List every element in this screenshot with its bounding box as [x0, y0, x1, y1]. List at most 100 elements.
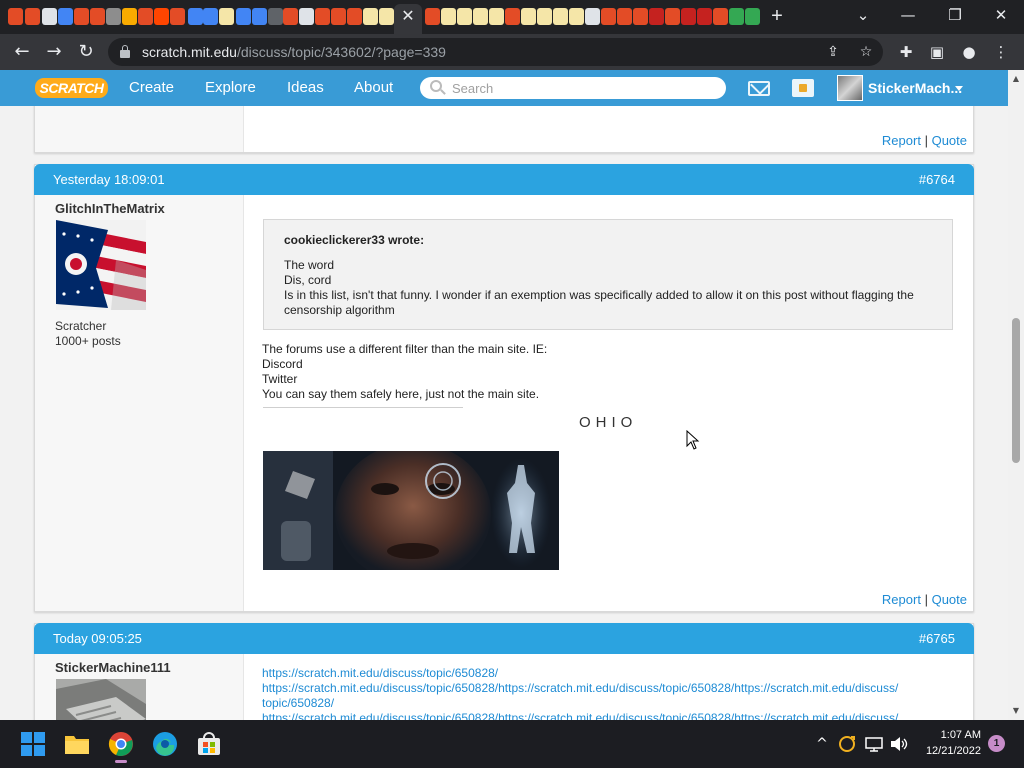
- avatar[interactable]: [56, 220, 146, 310]
- minimize-icon[interactable]: —: [888, 2, 928, 28]
- tab-favicon[interactable]: [681, 8, 696, 25]
- tab-favicon[interactable]: [106, 8, 121, 25]
- back-icon[interactable]: ←: [9, 40, 35, 64]
- tab-favicon[interactable]: [42, 8, 57, 25]
- scroll-thumb[interactable]: [1012, 318, 1020, 463]
- new-tab-button[interactable]: +: [767, 5, 787, 27]
- side-panel-icon[interactable]: ▣: [926, 41, 948, 63]
- tab-favicon[interactable]: [268, 8, 283, 25]
- scratch-logo[interactable]: SCRATCH: [35, 78, 108, 98]
- tab-favicon[interactable]: [122, 8, 137, 25]
- search-input[interactable]: [452, 79, 712, 97]
- chrome-icon[interactable]: [108, 731, 134, 763]
- tab-favicon[interactable]: [252, 8, 267, 25]
- quote-link[interactable]: Quote: [932, 133, 967, 148]
- tab-favicon[interactable]: [473, 8, 488, 25]
- reload-icon[interactable]: ↻: [73, 40, 99, 64]
- tab-favicon[interactable]: [170, 8, 185, 25]
- post-author-link[interactable]: GlitchInTheMatrix: [55, 201, 165, 216]
- tab-favicon[interactable]: [8, 8, 23, 25]
- bookmark-star-icon[interactable]: ☆: [857, 43, 875, 61]
- file-explorer-icon[interactable]: [64, 731, 90, 757]
- tab-favicon[interactable]: [315, 8, 330, 25]
- forward-icon[interactable]: →: [41, 40, 67, 64]
- nav-create[interactable]: Create: [129, 70, 174, 106]
- tab-favicon[interactable]: [633, 8, 648, 25]
- my-stuff-icon[interactable]: [792, 79, 814, 97]
- sync-icon[interactable]: [837, 734, 857, 754]
- topic-link[interactable]: https://scratch.mit.edu/discuss/topic/65…: [262, 681, 952, 696]
- tab-favicon[interactable]: [58, 8, 73, 25]
- post-number-link[interactable]: #6765: [919, 623, 955, 654]
- share-icon[interactable]: ⇪: [824, 43, 842, 61]
- tab-favicon[interactable]: [425, 8, 440, 25]
- tab-favicon[interactable]: [154, 8, 169, 25]
- close-window-icon[interactable]: ✕: [981, 2, 1021, 28]
- tab-favicon[interactable]: [697, 8, 712, 25]
- tab-favicon[interactable]: [505, 8, 520, 25]
- tab-favicon[interactable]: [331, 8, 346, 25]
- avatar[interactable]: [56, 679, 146, 720]
- close-tab-icon[interactable]: ✕: [399, 6, 417, 28]
- store-icon[interactable]: [196, 731, 222, 757]
- tab-favicon[interactable]: [457, 8, 472, 25]
- post-number-link[interactable]: #6764: [919, 164, 955, 195]
- edge-icon[interactable]: [152, 731, 178, 757]
- tab-favicon[interactable]: [236, 8, 251, 25]
- tab-favicon[interactable]: [283, 8, 298, 25]
- tab-favicon[interactable]: [601, 8, 616, 25]
- tab-favicon[interactable]: [745, 8, 760, 25]
- tab-favicon[interactable]: [665, 8, 680, 25]
- tab-favicon[interactable]: [649, 8, 664, 25]
- lock-icon[interactable]: [120, 45, 130, 58]
- tab-favicon[interactable]: [585, 8, 600, 25]
- restore-icon[interactable]: ❐: [935, 2, 975, 28]
- quote-link[interactable]: Quote: [932, 592, 967, 607]
- tab-favicon[interactable]: [138, 8, 153, 25]
- tab-favicon[interactable]: [74, 8, 89, 25]
- notification-badge[interactable]: 1: [988, 735, 1005, 752]
- topic-link[interactable]: https://scratch.mit.edu/discuss/topic/65…: [262, 711, 952, 720]
- tab-favicon[interactable]: [363, 8, 378, 25]
- tab-favicon[interactable]: [90, 8, 105, 25]
- volume-icon[interactable]: [889, 734, 909, 754]
- account-username[interactable]: StickerMach...: [868, 70, 962, 106]
- profile-icon[interactable]: ●: [958, 41, 980, 63]
- tab-favicon[interactable]: [299, 8, 314, 25]
- tab-favicon[interactable]: [617, 8, 632, 25]
- scroll-up-icon[interactable]: ▲: [1008, 72, 1024, 86]
- menu-icon[interactable]: ⋮: [990, 41, 1012, 63]
- nav-explore[interactable]: Explore: [205, 70, 256, 106]
- report-link[interactable]: Report: [882, 133, 921, 148]
- topic-link[interactable]: https://scratch.mit.edu/discuss/topic/65…: [262, 666, 952, 681]
- tab-favicon[interactable]: [489, 8, 504, 25]
- page-scrollbar[interactable]: ▲ ▼: [1008, 70, 1024, 720]
- messages-icon[interactable]: [748, 81, 770, 96]
- tab-favicon[interactable]: [188, 8, 203, 25]
- tab-favicon[interactable]: [537, 8, 552, 25]
- account-dropdown-icon[interactable]: [955, 86, 963, 91]
- post-author-link[interactable]: StickerMachine111: [55, 660, 171, 675]
- clock-date[interactable]: 12/21/2022: [916, 745, 981, 757]
- nav-ideas[interactable]: Ideas: [287, 70, 324, 106]
- tab-search-dropdown-icon[interactable]: ⌄: [843, 2, 883, 28]
- tray-chevron-icon[interactable]: ^: [814, 734, 830, 754]
- address-bar[interactable]: scratch.mit.edu/discuss/topic/343602/?pa…: [108, 38, 883, 66]
- tab-favicon[interactable]: [553, 8, 568, 25]
- tab-favicon[interactable]: [713, 8, 728, 25]
- tab-favicon[interactable]: [569, 8, 584, 25]
- tab-favicon[interactable]: [203, 8, 218, 25]
- start-icon[interactable]: [20, 731, 46, 757]
- tab-favicon[interactable]: [25, 8, 40, 25]
- user-avatar[interactable]: [837, 75, 863, 101]
- url-text[interactable]: scratch.mit.edu/discuss/topic/343602/?pa…: [142, 44, 446, 60]
- report-link[interactable]: Report: [882, 592, 921, 607]
- tab-favicon[interactable]: [521, 8, 536, 25]
- topic-link[interactable]: topic/650828/: [262, 696, 952, 711]
- network-icon[interactable]: [864, 734, 884, 754]
- scroll-down-icon[interactable]: ▼: [1008, 704, 1024, 718]
- clock-time[interactable]: 1:07 AM: [920, 729, 981, 741]
- tab-favicon[interactable]: [441, 8, 456, 25]
- tab-favicon[interactable]: [729, 8, 744, 25]
- tab-favicon[interactable]: [379, 8, 394, 25]
